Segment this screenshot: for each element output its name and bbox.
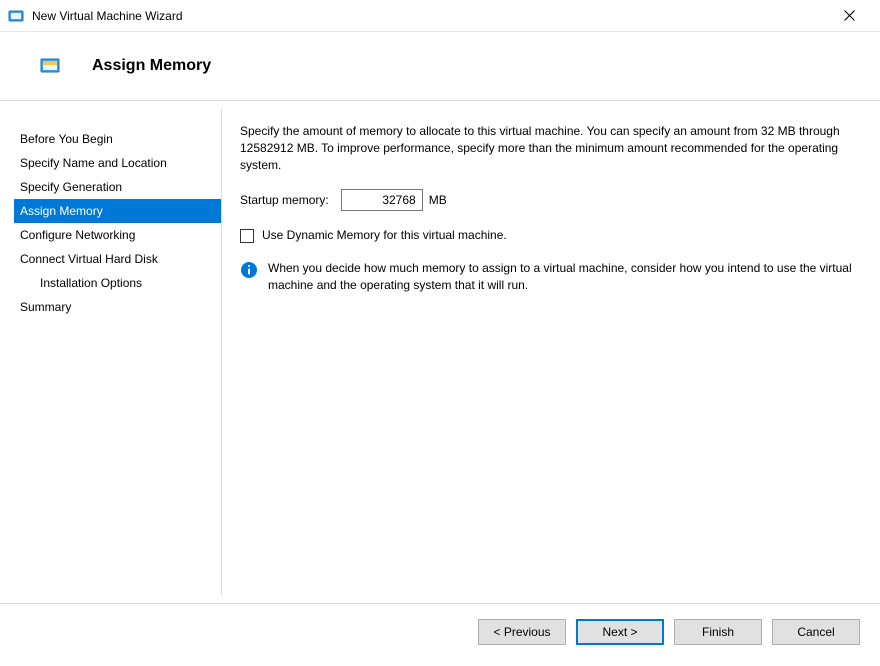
step-configure-networking[interactable]: Configure Networking xyxy=(14,223,221,247)
dynamic-memory-label: Use Dynamic Memory for this virtual mach… xyxy=(262,227,507,244)
info-text: When you decide how much memory to assig… xyxy=(268,260,854,294)
cancel-button[interactable]: Cancel xyxy=(772,619,860,645)
startup-memory-label: Startup memory: xyxy=(240,192,329,209)
step-installation-options[interactable]: Installation Options xyxy=(14,271,221,295)
wizard-footer: < Previous Next > Finish Cancel xyxy=(0,603,880,659)
step-specify-name-location[interactable]: Specify Name and Location xyxy=(14,151,221,175)
step-specify-generation[interactable]: Specify Generation xyxy=(14,175,221,199)
wizard-header: Assign Memory xyxy=(0,32,880,101)
info-icon xyxy=(240,261,258,279)
titlebar: New Virtual Machine Wizard xyxy=(0,0,880,32)
wizard-steps-sidebar: Before You Begin Specify Name and Locati… xyxy=(0,109,222,595)
finish-button[interactable]: Finish xyxy=(674,619,762,645)
dynamic-memory-row: Use Dynamic Memory for this virtual mach… xyxy=(240,227,854,244)
step-assign-memory[interactable]: Assign Memory xyxy=(14,199,221,223)
startup-memory-input[interactable] xyxy=(341,189,423,211)
step-summary[interactable]: Summary xyxy=(14,295,221,319)
window-title: New Virtual Machine Wizard xyxy=(32,9,827,23)
info-row: When you decide how much memory to assig… xyxy=(240,260,854,294)
page-title: Assign Memory xyxy=(92,57,211,75)
step-connect-virtual-hard-disk[interactable]: Connect Virtual Hard Disk xyxy=(14,247,221,271)
startup-memory-row: Startup memory: MB xyxy=(240,189,854,211)
startup-memory-unit: MB xyxy=(429,192,447,209)
next-button[interactable]: Next > xyxy=(576,619,664,645)
previous-button[interactable]: < Previous xyxy=(478,619,566,645)
step-before-you-begin[interactable]: Before You Begin xyxy=(14,127,221,151)
wizard-content: Specify the amount of memory to allocate… xyxy=(222,101,880,603)
close-button[interactable] xyxy=(827,2,872,30)
header-icon xyxy=(40,56,60,76)
dynamic-memory-checkbox[interactable] xyxy=(240,229,254,243)
app-icon xyxy=(8,8,24,24)
memory-description: Specify the amount of memory to allocate… xyxy=(240,123,854,173)
wizard-body: Before You Begin Specify Name and Locati… xyxy=(0,101,880,603)
